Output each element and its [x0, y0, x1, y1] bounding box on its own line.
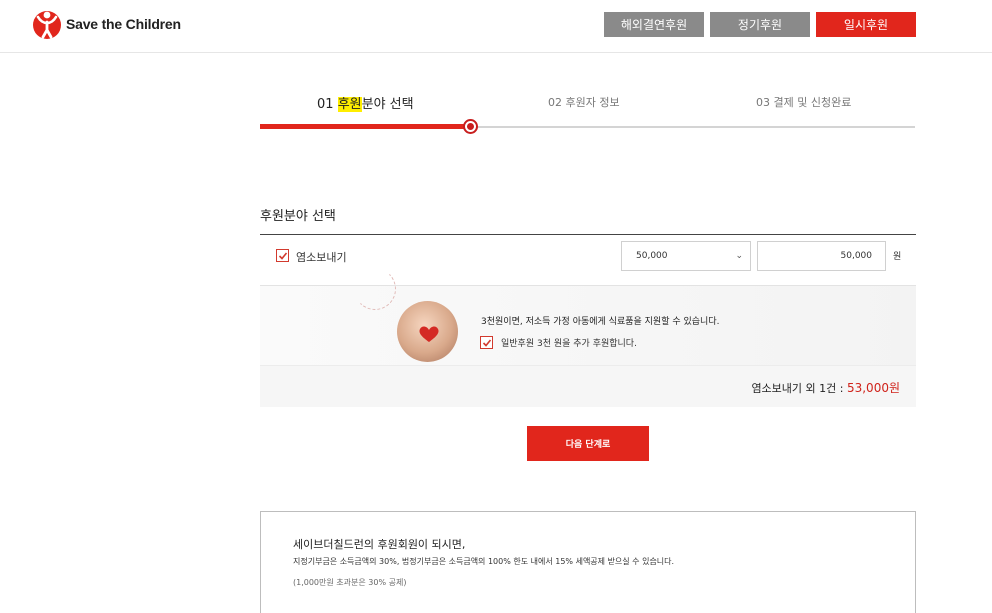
panel-divider — [260, 365, 916, 366]
promo-text: 3천원이면, 저소득 가정 아동에게 식료품을 지원할 수 있습니다. — [481, 317, 720, 327]
section-title: 후원분야 선택 — [260, 209, 336, 224]
total-value: 53,000원 — [846, 381, 900, 395]
save-the-children-logo-icon — [33, 11, 61, 39]
extra-donation-checkbox[interactable] — [480, 336, 493, 349]
total-label: 염소보내기 외 1건 : — [751, 382, 847, 395]
next-step-button[interactable]: 다음 단계로 — [527, 426, 649, 461]
decorative-arc — [354, 268, 396, 310]
info-note: (1,000만원 초과분은 30% 공제) — [293, 578, 407, 587]
checkmark-icon — [482, 339, 492, 347]
progress-steps: 01 후원분야 선택 02 후원자 정보 03 결제 및 신청완료 — [260, 80, 915, 140]
step-1-highlight: 후원 — [337, 97, 362, 112]
total-summary: 염소보내기 외 1건 : 53,000원 — [751, 379, 900, 396]
step-1-label: 분야 선택 — [361, 97, 414, 112]
currency-label: 원 — [893, 252, 902, 262]
regular-donation-button[interactable]: 정기후원 — [710, 12, 810, 37]
section-divider — [260, 234, 916, 235]
checkmark-icon — [278, 252, 288, 260]
item-checkbox[interactable] — [276, 249, 289, 262]
one-time-donation-button[interactable]: 일시후원 — [816, 12, 916, 37]
item-label: 염소보내기 — [296, 251, 347, 264]
amount-select-value: 50,000 — [636, 251, 668, 261]
step-1: 01 후원분야 선택 — [317, 93, 414, 112]
hands-heart-image — [397, 301, 458, 362]
progress-marker — [463, 119, 478, 134]
amount-select[interactable]: 50,000 ⌄ — [621, 241, 751, 271]
amount-input[interactable]: 50,000 — [757, 241, 886, 271]
overseas-sponsorship-button[interactable]: 해외결연후원 — [604, 12, 704, 37]
extra-donation-panel: 3천원이면, 저소득 가정 아동에게 식료품을 지원할 수 있습니다. 일반후원… — [260, 268, 916, 407]
step-2: 02 후원자 정보 — [548, 96, 620, 109]
info-description: 지정기부금은 소득금액의 30%, 법정기부금은 소득금액의 100% 한도 내… — [293, 557, 675, 566]
progress-fill — [260, 124, 470, 129]
extra-donation-label: 일반후원 3천 원을 추가 후원합니다. — [501, 339, 637, 349]
site-header: Save the Children 해외결연후원 정기후원 일시후원 — [0, 0, 992, 53]
logo[interactable]: Save the Children — [32, 8, 181, 40]
step-3: 03 결제 및 신청완료 — [756, 96, 852, 109]
step-1-number: 01 — [317, 97, 334, 112]
tax-benefit-info: 세이브더칠드런의 후원회원이 되시면, 지정기부금은 소득금액의 30%, 법정… — [260, 511, 916, 613]
info-title: 세이브더칠드런의 후원회원이 되시면, — [293, 538, 466, 551]
chevron-down-icon: ⌄ — [735, 251, 743, 261]
heart-icon — [419, 326, 439, 342]
logo-text: Save the Children — [66, 16, 181, 32]
